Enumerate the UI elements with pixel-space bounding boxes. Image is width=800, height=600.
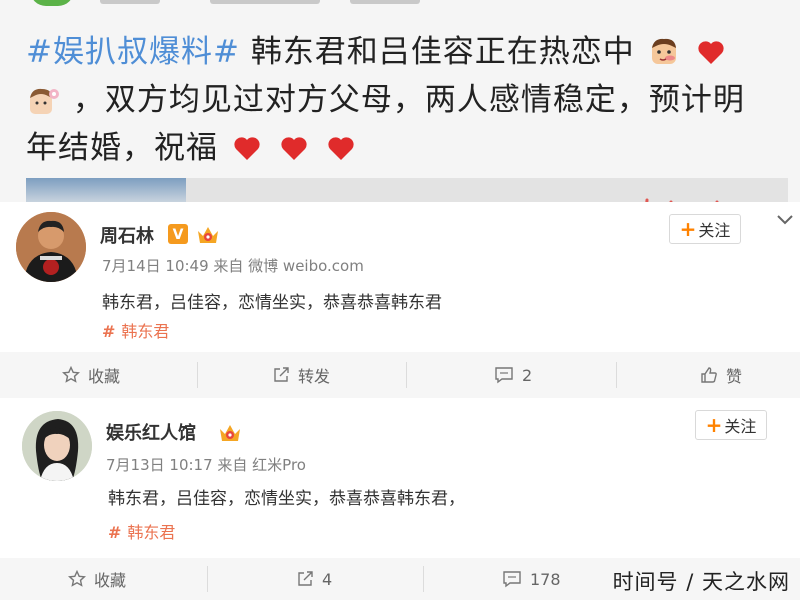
heart-icon xyxy=(281,137,307,160)
collect-label: 收藏 xyxy=(88,367,121,386)
divider xyxy=(197,362,198,388)
comment-count: 178 xyxy=(530,569,561,589)
follow-button[interactable]: + 关注 xyxy=(669,214,741,244)
repost-icon xyxy=(298,571,313,586)
like-button[interactable]: 赞 xyxy=(700,352,742,398)
repost-button[interactable]: 4 xyxy=(296,558,332,600)
comment-icon xyxy=(495,367,513,384)
comment-card: 娱乐红人馆 7月13日 10:17 来自 红米Pro 韩东君，吕佳容，恋情坐实，… xyxy=(0,398,800,558)
thumbs-up-icon xyxy=(701,367,717,383)
comment-timestamp: 7月13日 10:17 来自 红米Pro xyxy=(106,456,306,474)
chevron-down-icon[interactable] xyxy=(775,212,795,228)
post-text-line3: 年结婚，祝福 xyxy=(26,130,218,166)
post-text: #娱扒叔爆料# 韩东君和吕佳容正在热恋中 ，双方均见过对方父母，两人感情稳定，预… xyxy=(26,28,776,172)
post-text-line1: 韩东君和吕佳容正在热恋中 xyxy=(250,34,635,70)
like-label: 赞 xyxy=(726,367,743,386)
man-emoji-icon xyxy=(648,34,680,66)
follow-button[interactable]: + 关注 xyxy=(695,410,767,440)
avatar[interactable] xyxy=(22,411,92,481)
verified-icon: V xyxy=(168,224,188,244)
svg-text:V: V xyxy=(173,227,184,243)
crown-level-icon xyxy=(218,421,242,443)
post-header-cutoff xyxy=(30,0,480,6)
heart-icon xyxy=(327,137,354,160)
plus-icon: + xyxy=(705,413,723,437)
follow-label: 关注 xyxy=(724,417,757,436)
topic-label: 韩东君 xyxy=(121,322,170,341)
watermark-text: 时间号 / 天之水网 xyxy=(612,570,790,594)
action-bar: 收藏 转发 2 赞 xyxy=(0,352,800,402)
repost-label: 转发 xyxy=(298,367,331,386)
comment-text: 韩东君，吕佳容，恋情坐实，恭喜恭喜韩东君， xyxy=(108,489,465,509)
user-name[interactable]: 周石林 xyxy=(100,222,154,248)
hashtag-link[interactable]: #娱扒叔爆料# xyxy=(26,34,240,70)
comment-count: 2 xyxy=(522,365,533,385)
comment-icon xyxy=(503,571,521,588)
crown-level-icon xyxy=(196,223,220,245)
comment-button[interactable]: 178 xyxy=(502,558,561,600)
divider xyxy=(406,362,407,388)
divider xyxy=(207,566,208,592)
topic-link[interactable]: # 韩东君 xyxy=(102,318,169,342)
star-icon xyxy=(62,366,80,383)
user-name[interactable]: 娱乐红人馆 xyxy=(106,419,196,445)
top-post-card: #娱扒叔爆料# 韩东君和吕佳容正在热恋中 ，双方均见过对方父母，两人感情稳定，预… xyxy=(0,0,800,202)
topic-label: 韩东君 xyxy=(127,523,176,542)
star-icon xyxy=(68,570,86,587)
plus-icon: + xyxy=(679,217,697,241)
collect-button[interactable]: 收藏 xyxy=(62,352,120,398)
girl-emoji-icon xyxy=(28,82,60,114)
collect-label: 收藏 xyxy=(94,571,127,590)
heart-icon xyxy=(697,41,724,64)
avatar xyxy=(30,0,74,6)
repost-icon xyxy=(274,367,289,382)
follow-label: 关注 xyxy=(698,221,731,240)
repost-count: 4 xyxy=(322,569,333,589)
comment-text: 韩东君，吕佳容，恋情坐实，恭喜恭喜韩东君 xyxy=(102,293,442,313)
post-image-thumbnail[interactable] xyxy=(26,178,186,202)
comment-timestamp: 7月14日 10:49 来自 微博 weibo.com xyxy=(102,257,364,275)
divider xyxy=(423,566,424,592)
collect-button[interactable]: 收藏 xyxy=(68,558,126,600)
avatar[interactable] xyxy=(16,212,86,282)
divider xyxy=(616,362,617,388)
comment-card: 周石林 V 7月14日 10:49 来自 微博 weibo.com 韩东君，吕佳… xyxy=(0,202,800,352)
heart-icon xyxy=(234,137,260,160)
post-text-line2: ，双方均见过对方父母，两人感情稳定，预计明 xyxy=(72,82,745,118)
hash-icon: # xyxy=(102,322,116,341)
repost-button[interactable]: 转发 xyxy=(272,352,330,398)
hash-icon: # xyxy=(108,523,122,542)
comment-button[interactable]: 2 xyxy=(494,352,532,398)
topic-link[interactable]: # 韩东君 xyxy=(108,519,175,543)
